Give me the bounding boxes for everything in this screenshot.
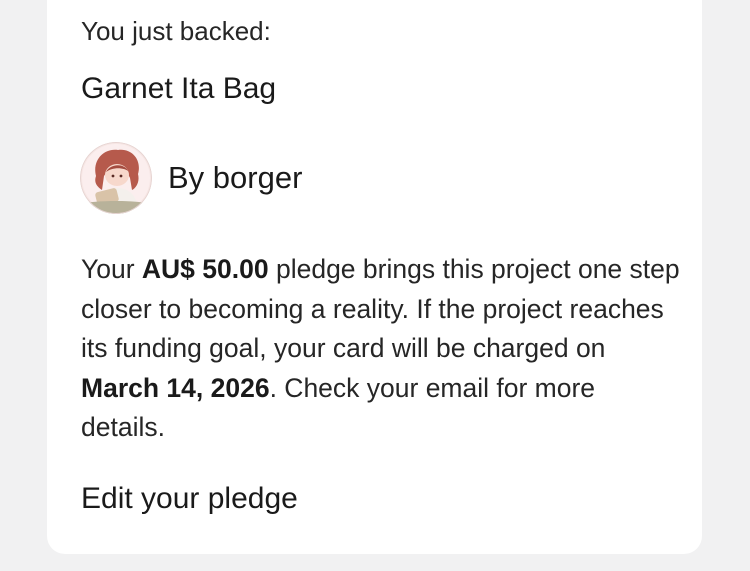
creator-name[interactable]: By borger	[168, 159, 302, 197]
edit-pledge-link[interactable]: Edit your pledge	[81, 480, 298, 518]
pledge-text-part1: Your	[81, 254, 142, 284]
pledge-amount: AU$ 50.00	[141, 254, 269, 284]
creator-avatar[interactable]	[80, 142, 152, 214]
project-title[interactable]: Garnet Ita Bag	[81, 70, 276, 108]
creator-avatar-icon	[80, 142, 152, 214]
backed-intro-label: You just backed:	[81, 16, 271, 46]
pledge-message: Your AU$ 50.00 pledge brings this projec…	[81, 250, 681, 448]
creator-row: By borger	[80, 142, 302, 214]
charge-date: March 14, 2026	[81, 372, 270, 403]
